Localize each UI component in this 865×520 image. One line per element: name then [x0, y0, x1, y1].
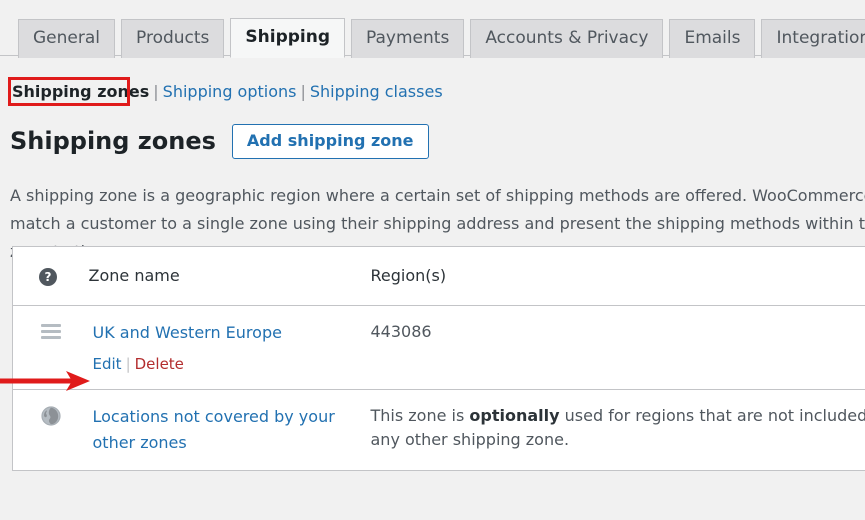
zone-name-link-uk-western-europe[interactable]: UK and Western Europe	[93, 323, 282, 342]
subnav-separator-1: |	[149, 80, 162, 104]
delete-zone-link[interactable]: Delete	[135, 355, 184, 373]
globe-icon	[41, 406, 61, 426]
tab-shipping[interactable]: Shipping	[230, 18, 345, 58]
row-zone-name-cell: Locations not covered by your other zone…	[79, 390, 361, 471]
region-text-prefix: This zone is	[371, 406, 470, 425]
table-header-row: ? Zone name Region(s)	[13, 247, 865, 306]
tab-emails[interactable]: Emails	[669, 19, 755, 58]
row-actions-separator: |	[122, 355, 135, 373]
settings-page: GeneralProductsShippingPaymentsAccounts …	[0, 0, 865, 520]
tab-accounts-privacy[interactable]: Accounts & Privacy	[470, 19, 663, 58]
row-sort-cell	[13, 390, 79, 471]
row-actions: Edit|Delete	[93, 353, 351, 375]
subnav-separator-2: |	[296, 80, 309, 104]
column-header-regions: Region(s)	[361, 247, 865, 306]
tab-products[interactable]: Products	[121, 19, 224, 58]
page-header: Shipping zones Add shipping zone	[10, 124, 429, 158]
row-region-cell: This zone is optionally used for regions…	[361, 390, 865, 471]
table-row: Locations not covered by your other zone…	[13, 390, 865, 471]
zone-name-link-locations-not-covered[interactable]: Locations not covered by your other zone…	[93, 407, 335, 452]
column-header-zone-name: Zone name	[79, 247, 361, 306]
edit-zone-link[interactable]: Edit	[93, 355, 122, 373]
drag-handle-icon[interactable]	[41, 324, 61, 338]
subnav-item-shipping-classes[interactable]: Shipping classes	[310, 80, 443, 104]
row-sort-cell	[13, 306, 79, 390]
table-row: UK and Western Europe Edit|Delete 443086	[13, 306, 865, 390]
region-text-emphasis: optionally	[469, 406, 559, 425]
tab-integration[interactable]: Integration	[761, 19, 865, 58]
table-head: ? Zone name Region(s)	[13, 247, 865, 306]
subnav-item-shipping-options[interactable]: Shipping options	[163, 80, 297, 104]
page-title: Shipping zones	[10, 125, 216, 157]
tab-payments[interactable]: Payments	[351, 19, 464, 58]
column-header-sort: ?	[13, 247, 79, 306]
shipping-zones-table: ? Zone name Region(s) UK and Western Eur…	[12, 246, 865, 471]
question-mark-icon[interactable]: ?	[39, 268, 57, 286]
shipping-subnav: Shipping zones|Shipping options|Shipping…	[12, 80, 443, 104]
settings-tab-bar: GeneralProductsShippingPaymentsAccounts …	[0, 0, 865, 56]
table-body: UK and Western Europe Edit|Delete 443086	[13, 306, 865, 471]
row-region-cell: 443086	[361, 306, 865, 390]
add-shipping-zone-button[interactable]: Add shipping zone	[232, 124, 429, 159]
tab-general[interactable]: General	[18, 19, 115, 58]
subnav-item-shipping-zones[interactable]: Shipping zones	[12, 80, 149, 104]
row-zone-name-cell: UK and Western Europe Edit|Delete	[79, 306, 361, 390]
